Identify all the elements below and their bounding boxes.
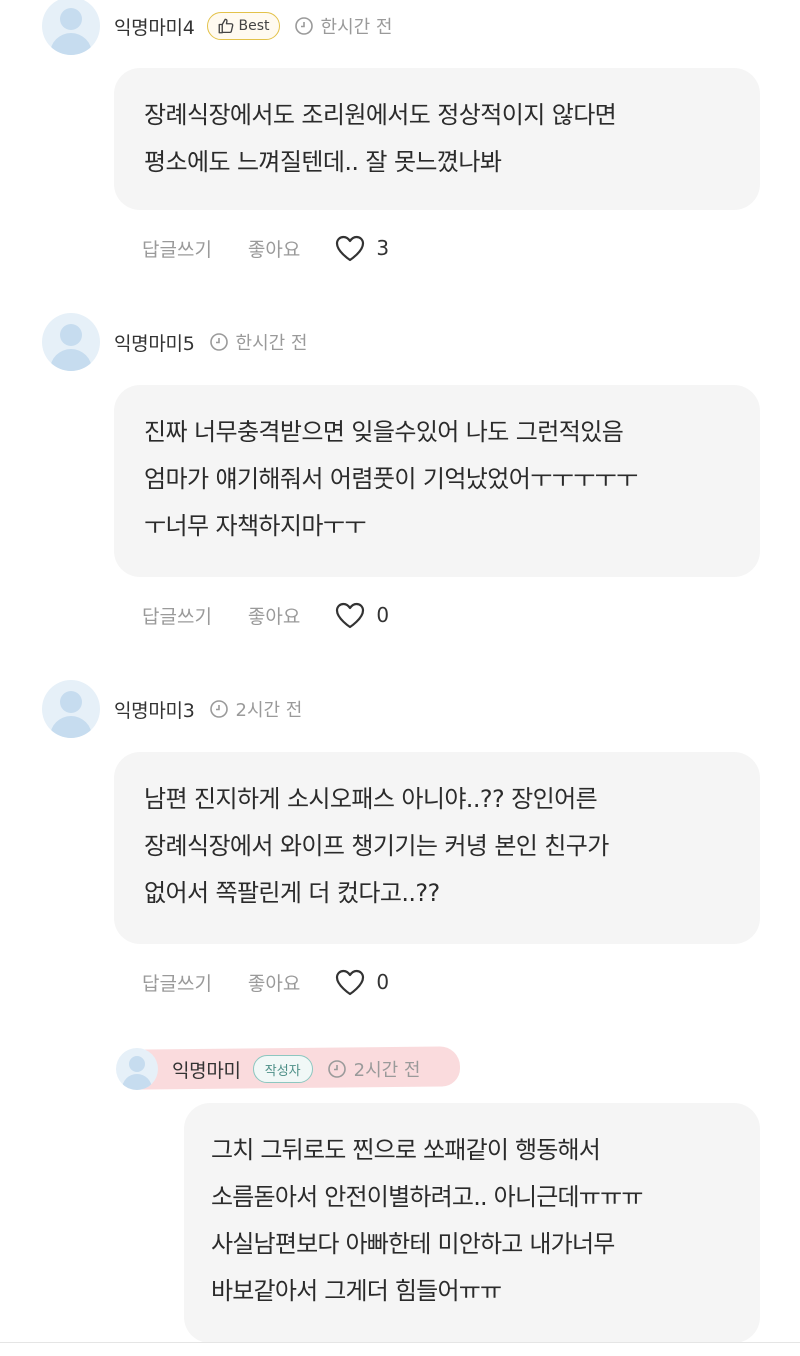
reply-button[interactable]: 답글쓰기 [142, 602, 212, 629]
comment-time: 한시간 전 [294, 13, 393, 39]
comment-text-line: 장례식장에서 와이프 챙기기는 커녕 본인 친구가 [144, 832, 609, 860]
clock-icon [209, 700, 228, 718]
comment-actions: 답글쓰기 좋아요 3 [142, 234, 389, 262]
author-name[interactable]: 익명마미5 [114, 329, 195, 356]
reply-time: 2시간 전 [327, 1056, 421, 1082]
reply-text-line: 그치 그뒤로도 찐으로 쏘패같이 행동해서 [211, 1136, 601, 1164]
comment-bubble: 남편 진지하게 소시오패스 아니야..?? 장인어른 장례식장에서 와이프 챙기… [114, 752, 760, 944]
heart-icon [336, 235, 365, 262]
comment-bubble: 진짜 너무충격받으면 잊을수있어 나도 그런적있음 엄마가 얘기해줘서 어렴풋이… [114, 385, 760, 577]
thumbs-up-icon [218, 18, 233, 34]
reply-text-line: 바보같아서 그게더 힘들어ㅠㅠ [211, 1277, 502, 1305]
reply-button[interactable]: 답글쓰기 [142, 969, 212, 996]
best-badge: Best [206, 12, 280, 40]
reply-text-line: 사실남편보다 아빠한테 미안하고 내가너무 [211, 1230, 615, 1258]
comment-text-line: 진짜 너무충격받으면 잊을수있어 나도 그런적있음 [144, 418, 624, 446]
clock-icon [294, 17, 313, 35]
divider [0, 1342, 800, 1343]
like-button[interactable]: 좋아요 [248, 235, 300, 262]
comment-bubble: 장례식장에서도 조리원에서도 정상적이지 않다면 평소에도 느껴질텐데.. 잘 … [114, 68, 760, 210]
heart-icon [336, 602, 365, 629]
reply-bubble: 그치 그뒤로도 찐으로 쏘패같이 행동해서 소름돋아서 안전이별하려고.. 아니… [184, 1103, 760, 1343]
best-badge-label: Best [238, 18, 270, 34]
author-name[interactable]: 익명마미 [172, 1056, 241, 1083]
user-avatar-icon[interactable] [42, 313, 100, 371]
comment-actions: 답글쓰기 좋아요 0 [142, 968, 389, 996]
heart-button[interactable]: 0 [334, 601, 389, 629]
time-label: 2시간 전 [353, 1060, 421, 1081]
time-label: 2시간 전 [235, 700, 303, 721]
time-label: 한시간 전 [235, 333, 308, 354]
like-count: 3 [376, 236, 390, 260]
comment-header: 익명마미4 Best 한시간 전 [42, 0, 393, 55]
comment-text-line: ㅜ너무 자책하지마ㅜㅜ [144, 512, 366, 540]
user-avatar-icon[interactable] [42, 0, 100, 55]
comment-text-line: 남편 진지하게 소시오패스 아니야..?? 장인어른 [144, 785, 598, 813]
comment-text-line: 장례식장에서도 조리원에서도 정상적이지 않다면 [144, 101, 617, 129]
heart-button[interactable]: 0 [334, 968, 389, 996]
like-count: 0 [376, 603, 390, 627]
like-button[interactable]: 좋아요 [248, 969, 300, 996]
author-name[interactable]: 익명마미3 [114, 696, 195, 723]
heart-icon [336, 969, 365, 996]
reply-button[interactable]: 답글쓰기 [142, 235, 212, 262]
reply-header: 익명마미 작성자 2시간 전 [116, 1041, 420, 1097]
like-button[interactable]: 좋아요 [248, 602, 300, 629]
writer-badge: 작성자 [252, 1055, 313, 1083]
heart-button[interactable]: 3 [334, 234, 389, 262]
clock-icon [327, 1060, 346, 1078]
comment-time: 한시간 전 [209, 329, 308, 355]
comment-feed: 익명마미4 Best 한시간 전 장례식장에서도 조리원에서도 정상적이지 않다… [0, 0, 800, 1356]
comment-time: 2시간 전 [209, 696, 303, 722]
comment-text-line: 없어서 쪽팔린게 더 컸다고..?? [144, 879, 440, 907]
user-avatar-icon[interactable] [116, 1048, 158, 1090]
reply-text-line: 소름돋아서 안전이별하려고.. 아니근데ㅠㅠㅠ [211, 1183, 643, 1211]
time-label: 한시간 전 [320, 17, 393, 38]
user-avatar-icon[interactable] [42, 680, 100, 738]
clock-icon [209, 333, 228, 351]
comment-header: 익명마미5 한시간 전 [42, 313, 308, 371]
comment-text-line: 평소에도 느껴질텐데.. 잘 못느꼈나봐 [144, 148, 502, 176]
comment-text-line: 엄마가 얘기해줘서 어렴풋이 기억났었어ㅜㅜㅜㅜㅜ [144, 465, 638, 493]
comment-actions: 답글쓰기 좋아요 0 [142, 601, 389, 629]
comment-header: 익명마미3 2시간 전 [42, 680, 303, 738]
author-name[interactable]: 익명마미4 [114, 13, 195, 40]
like-count: 0 [376, 970, 390, 994]
